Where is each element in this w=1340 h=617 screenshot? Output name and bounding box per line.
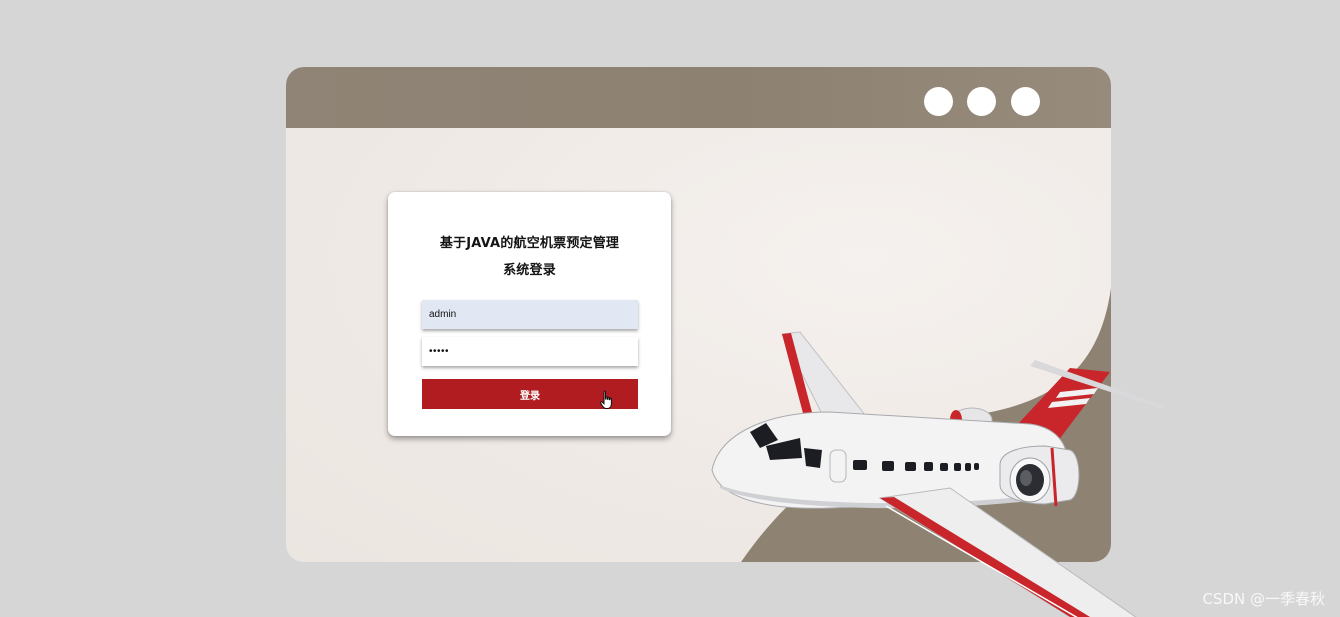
username-input[interactable] — [422, 300, 638, 329]
page: 基于JAVA的航空机票预定管理 系统登录 登录 — [0, 0, 1340, 617]
login-card: 基于JAVA的航空机票预定管理 系统登录 登录 — [388, 192, 671, 436]
window-control-dot-3[interactable] — [1011, 87, 1040, 116]
watermark: CSDN @一季春秋 — [1202, 590, 1325, 608]
login-subtitle: 系统登录 — [503, 263, 556, 278]
login-title: 基于JAVA的航空机票预定管理 — [439, 236, 620, 251]
window-control-dot-1[interactable] — [924, 87, 953, 116]
airplane-illustration — [711, 331, 1165, 617]
password-input[interactable] — [422, 337, 638, 366]
hand-pointer-icon — [600, 390, 612, 409]
window-control-dot-2[interactable] — [967, 87, 996, 116]
window-title-bar — [286, 67, 1111, 128]
